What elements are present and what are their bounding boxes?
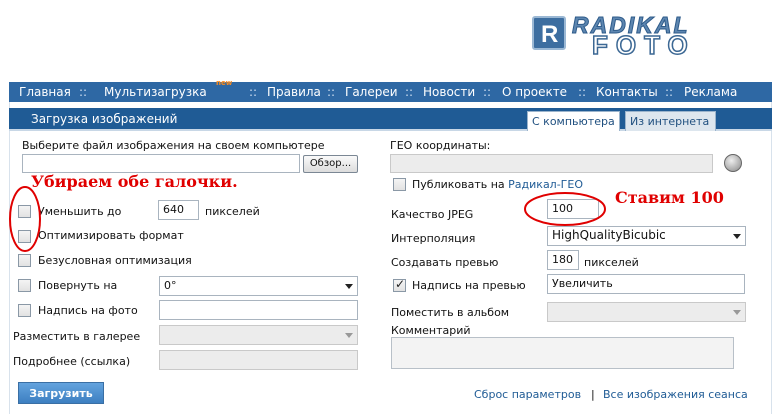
annotation-circle-jpeg [524, 192, 606, 226]
annotation-circles [9, 186, 606, 252]
annotation-circle-checkboxes [9, 186, 41, 252]
